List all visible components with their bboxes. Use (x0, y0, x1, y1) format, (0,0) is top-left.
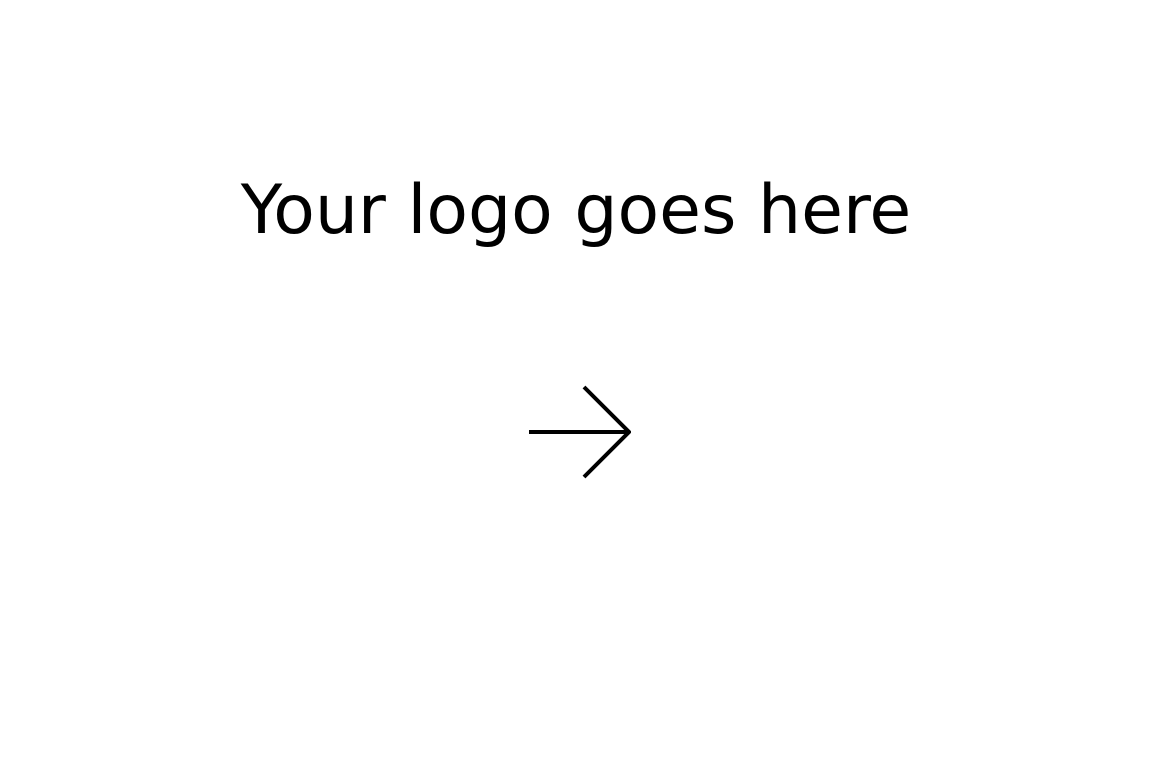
next-button[interactable] (516, 378, 636, 486)
logo-placeholder-text: Your logo goes here (240, 171, 912, 250)
welcome-screen: Your logo goes here (0, 0, 1152, 768)
arrow-right-icon (529, 385, 631, 479)
